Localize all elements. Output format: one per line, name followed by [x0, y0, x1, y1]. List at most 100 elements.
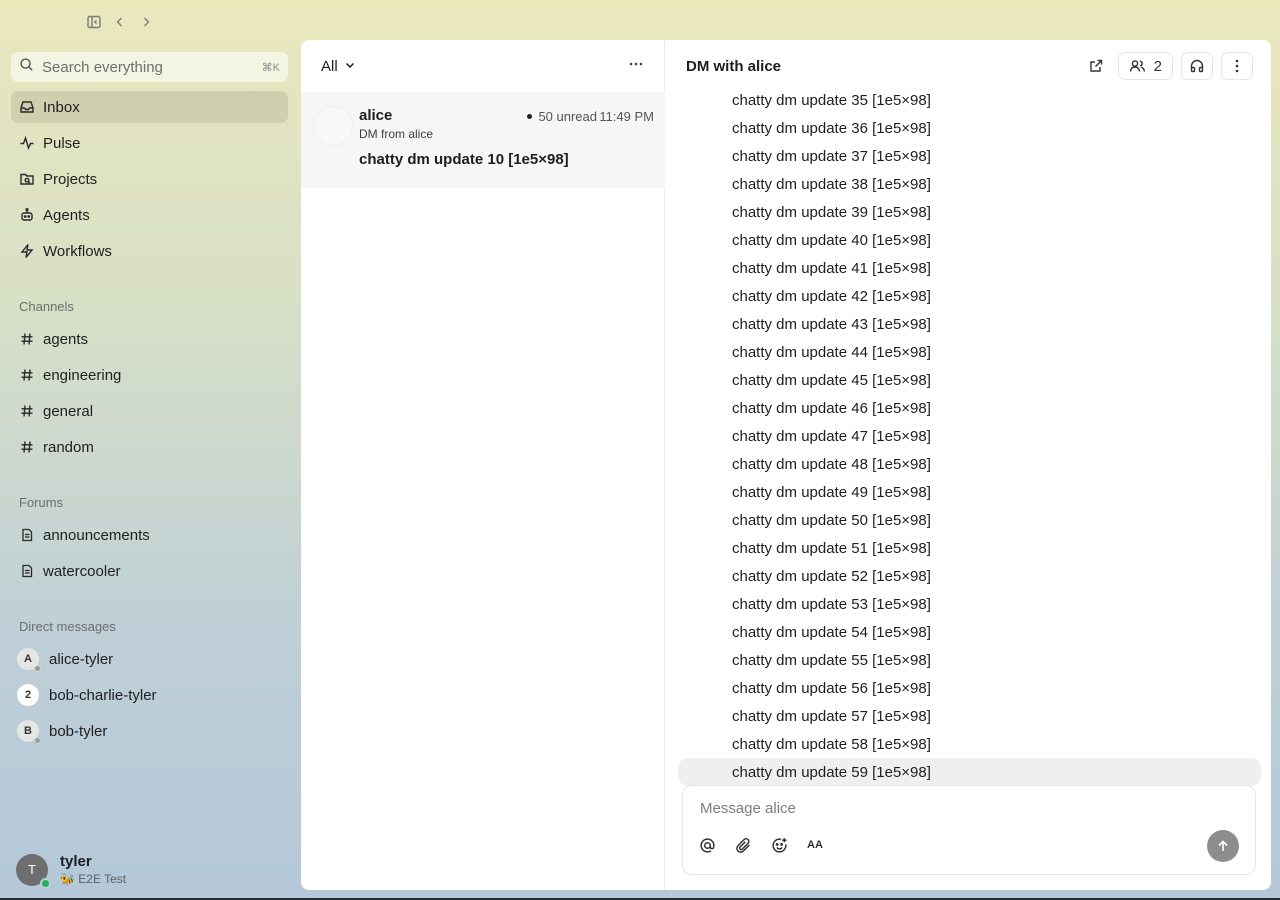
more-options-icon[interactable] [628, 56, 644, 77]
message-row[interactable]: chatty dm update 58 [1e5×98] [666, 730, 1271, 758]
message-text: chatty dm update 38 [1e5×98] [732, 175, 931, 193]
conversation-menu-button[interactable] [1221, 52, 1253, 80]
toggle-sidebar-icon[interactable] [84, 12, 104, 32]
conversation-title: DM with alice [686, 57, 782, 75]
inbox-item-subtitle: DM from alice [359, 127, 434, 141]
message-row[interactable]: chatty dm update 53 [1e5×98] [666, 590, 1271, 618]
channel-item-engineering[interactable]: engineering [11, 359, 288, 391]
message-text: chatty dm update 49 [1e5×98] [732, 483, 931, 501]
message-row[interactable]: chatty dm update 56 [1e5×98] [666, 674, 1271, 702]
message-text: chatty dm update 54 [1e5×98] [732, 623, 931, 641]
message-row[interactable]: chatty dm update 55 [1e5×98] [666, 646, 1271, 674]
send-button[interactable] [1207, 830, 1239, 862]
forum-item-watercooler[interactable]: watercooler [11, 555, 288, 587]
avatar: B [17, 720, 41, 744]
document-icon [19, 527, 35, 543]
nav-item-pulse[interactable]: Pulse [11, 127, 288, 159]
user-name: tyler [60, 853, 92, 870]
channel-item-general[interactable]: general [11, 395, 288, 427]
nav-item-workflows[interactable]: Workflows [11, 235, 288, 267]
online-status-dot [40, 877, 51, 889]
message-text: chatty dm update 43 [1e5×98] [732, 315, 931, 333]
projects-icon [19, 171, 35, 187]
dm-item-alice-tyler[interactable]: A alice-tyler [11, 643, 288, 675]
dm-item-bob-tyler[interactable]: B bob-tyler [11, 715, 288, 747]
channel-label: general [43, 402, 94, 420]
message-row[interactable]: chatty dm update 38 [1e5×98] [666, 170, 1271, 198]
nav-item-agents[interactable]: Agents [11, 199, 288, 231]
nav-item-projects[interactable]: Projects [11, 163, 288, 195]
hash-icon [19, 439, 35, 455]
message-text: chatty dm update 45 [1e5×98] [732, 371, 931, 389]
message-row[interactable]: chatty dm update 48 [1e5×98] [666, 450, 1271, 478]
message-row[interactable]: chatty dm update 45 [1e5×98] [666, 366, 1271, 394]
message-row[interactable]: chatty dm update 47 [1e5×98] [666, 422, 1271, 450]
message-row[interactable]: chatty dm update 59 [1e5×98] [678, 758, 1261, 786]
forum-item-announcements[interactable]: announcements [11, 519, 288, 551]
forward-icon[interactable] [136, 12, 156, 32]
presence-dot [34, 737, 41, 744]
composer-toolbar: AA [697, 835, 825, 855]
message-composer: Message alice AA [682, 785, 1256, 875]
current-user[interactable]: T tyler 🐝 E2E Test [16, 853, 126, 889]
channel-label: random [43, 438, 94, 456]
message-text: chatty dm update 58 [1e5×98] [732, 735, 931, 753]
message-row[interactable]: chatty dm update 50 [1e5×98] [666, 506, 1271, 534]
message-row[interactable]: chatty dm update 51 [1e5×98] [666, 534, 1271, 562]
message-row[interactable]: chatty dm update 37 [1e5×98] [666, 142, 1271, 170]
message-row[interactable]: chatty dm update 57 [1e5×98] [666, 702, 1271, 730]
forum-label: announcements [43, 526, 150, 544]
message-row[interactable]: chatty dm update 54 [1e5×98] [666, 618, 1271, 646]
dms-heading: Direct messages [19, 619, 116, 634]
message-row[interactable]: chatty dm update 41 [1e5×98] [666, 254, 1271, 282]
message-text: chatty dm update 35 [1e5×98] [732, 91, 931, 109]
dm-label: bob-charlie-tyler [49, 686, 157, 704]
unread-dot [527, 114, 533, 119]
message-row[interactable]: chatty dm update 42 [1e5×98] [666, 282, 1271, 310]
attach-icon[interactable] [733, 835, 753, 855]
nav-item-label: Agents [43, 206, 90, 224]
text-format-icon[interactable]: AA [805, 835, 825, 855]
avatar: A [17, 648, 41, 672]
avatar-initial: B [24, 725, 32, 737]
back-icon[interactable] [110, 12, 130, 32]
arrow-up-icon [1218, 840, 1228, 851]
forums-heading: Forums [19, 495, 64, 510]
inbox-filter-dropdown[interactable]: All [321, 58, 356, 75]
inbox-header: All [301, 40, 664, 92]
nav-item-label: Pulse [43, 134, 81, 152]
nav-item-label: Workflows [43, 242, 112, 260]
main-panel: All alice DM from alice 50 unread 11:49 … [301, 40, 1271, 890]
message-row[interactable]: chatty dm update 49 [1e5×98] [666, 478, 1271, 506]
message-text: chatty dm update 37 [1e5×98] [732, 147, 931, 165]
open-external-button[interactable] [1082, 52, 1110, 80]
inbox-item-time: 11:49 PM [599, 109, 654, 124]
message-text: chatty dm update 44 [1e5×98] [732, 343, 931, 361]
message-row[interactable]: chatty dm update 40 [1e5×98] [666, 226, 1271, 254]
channel-item-random[interactable]: random [11, 431, 288, 463]
message-row[interactable]: chatty dm update 43 [1e5×98] [666, 310, 1271, 338]
message-row[interactable]: chatty dm update 39 [1e5×98] [666, 198, 1271, 226]
emoji-icon[interactable] [769, 835, 789, 855]
avatar-initial: A [24, 653, 32, 665]
headphones-icon [1190, 59, 1204, 73]
inbox-item-preview: chatty dm update 10 [1e5×98] [359, 151, 569, 168]
inbox-item-sender: alice [359, 107, 393, 124]
document-icon [19, 563, 35, 579]
message-row[interactable]: chatty dm update 44 [1e5×98] [666, 338, 1271, 366]
hash-icon [19, 331, 35, 347]
inbox-item[interactable]: alice DM from alice 50 unread 11:49 PM c… [301, 92, 665, 188]
dm-item-bob-charlie-tyler[interactable]: 2 bob-charlie-tyler [11, 679, 288, 711]
search-input[interactable]: Search everything ⌘K [11, 52, 288, 82]
message-row[interactable]: chatty dm update 52 [1e5×98] [666, 562, 1271, 590]
members-button[interactable]: 2 [1117, 52, 1173, 80]
external-link-icon [1089, 59, 1102, 72]
huddle-button[interactable] [1181, 52, 1213, 80]
nav-item-inbox[interactable]: Inbox [11, 91, 288, 123]
channel-item-agents[interactable]: agents [11, 323, 288, 355]
message-row[interactable]: chatty dm update 46 [1e5×98] [666, 394, 1271, 422]
message-input[interactable]: Message alice [700, 800, 796, 817]
mention-icon[interactable] [697, 835, 717, 855]
message-text: chatty dm update 41 [1e5×98] [732, 259, 931, 277]
message-row[interactable]: chatty dm update 36 [1e5×98] [666, 114, 1271, 142]
